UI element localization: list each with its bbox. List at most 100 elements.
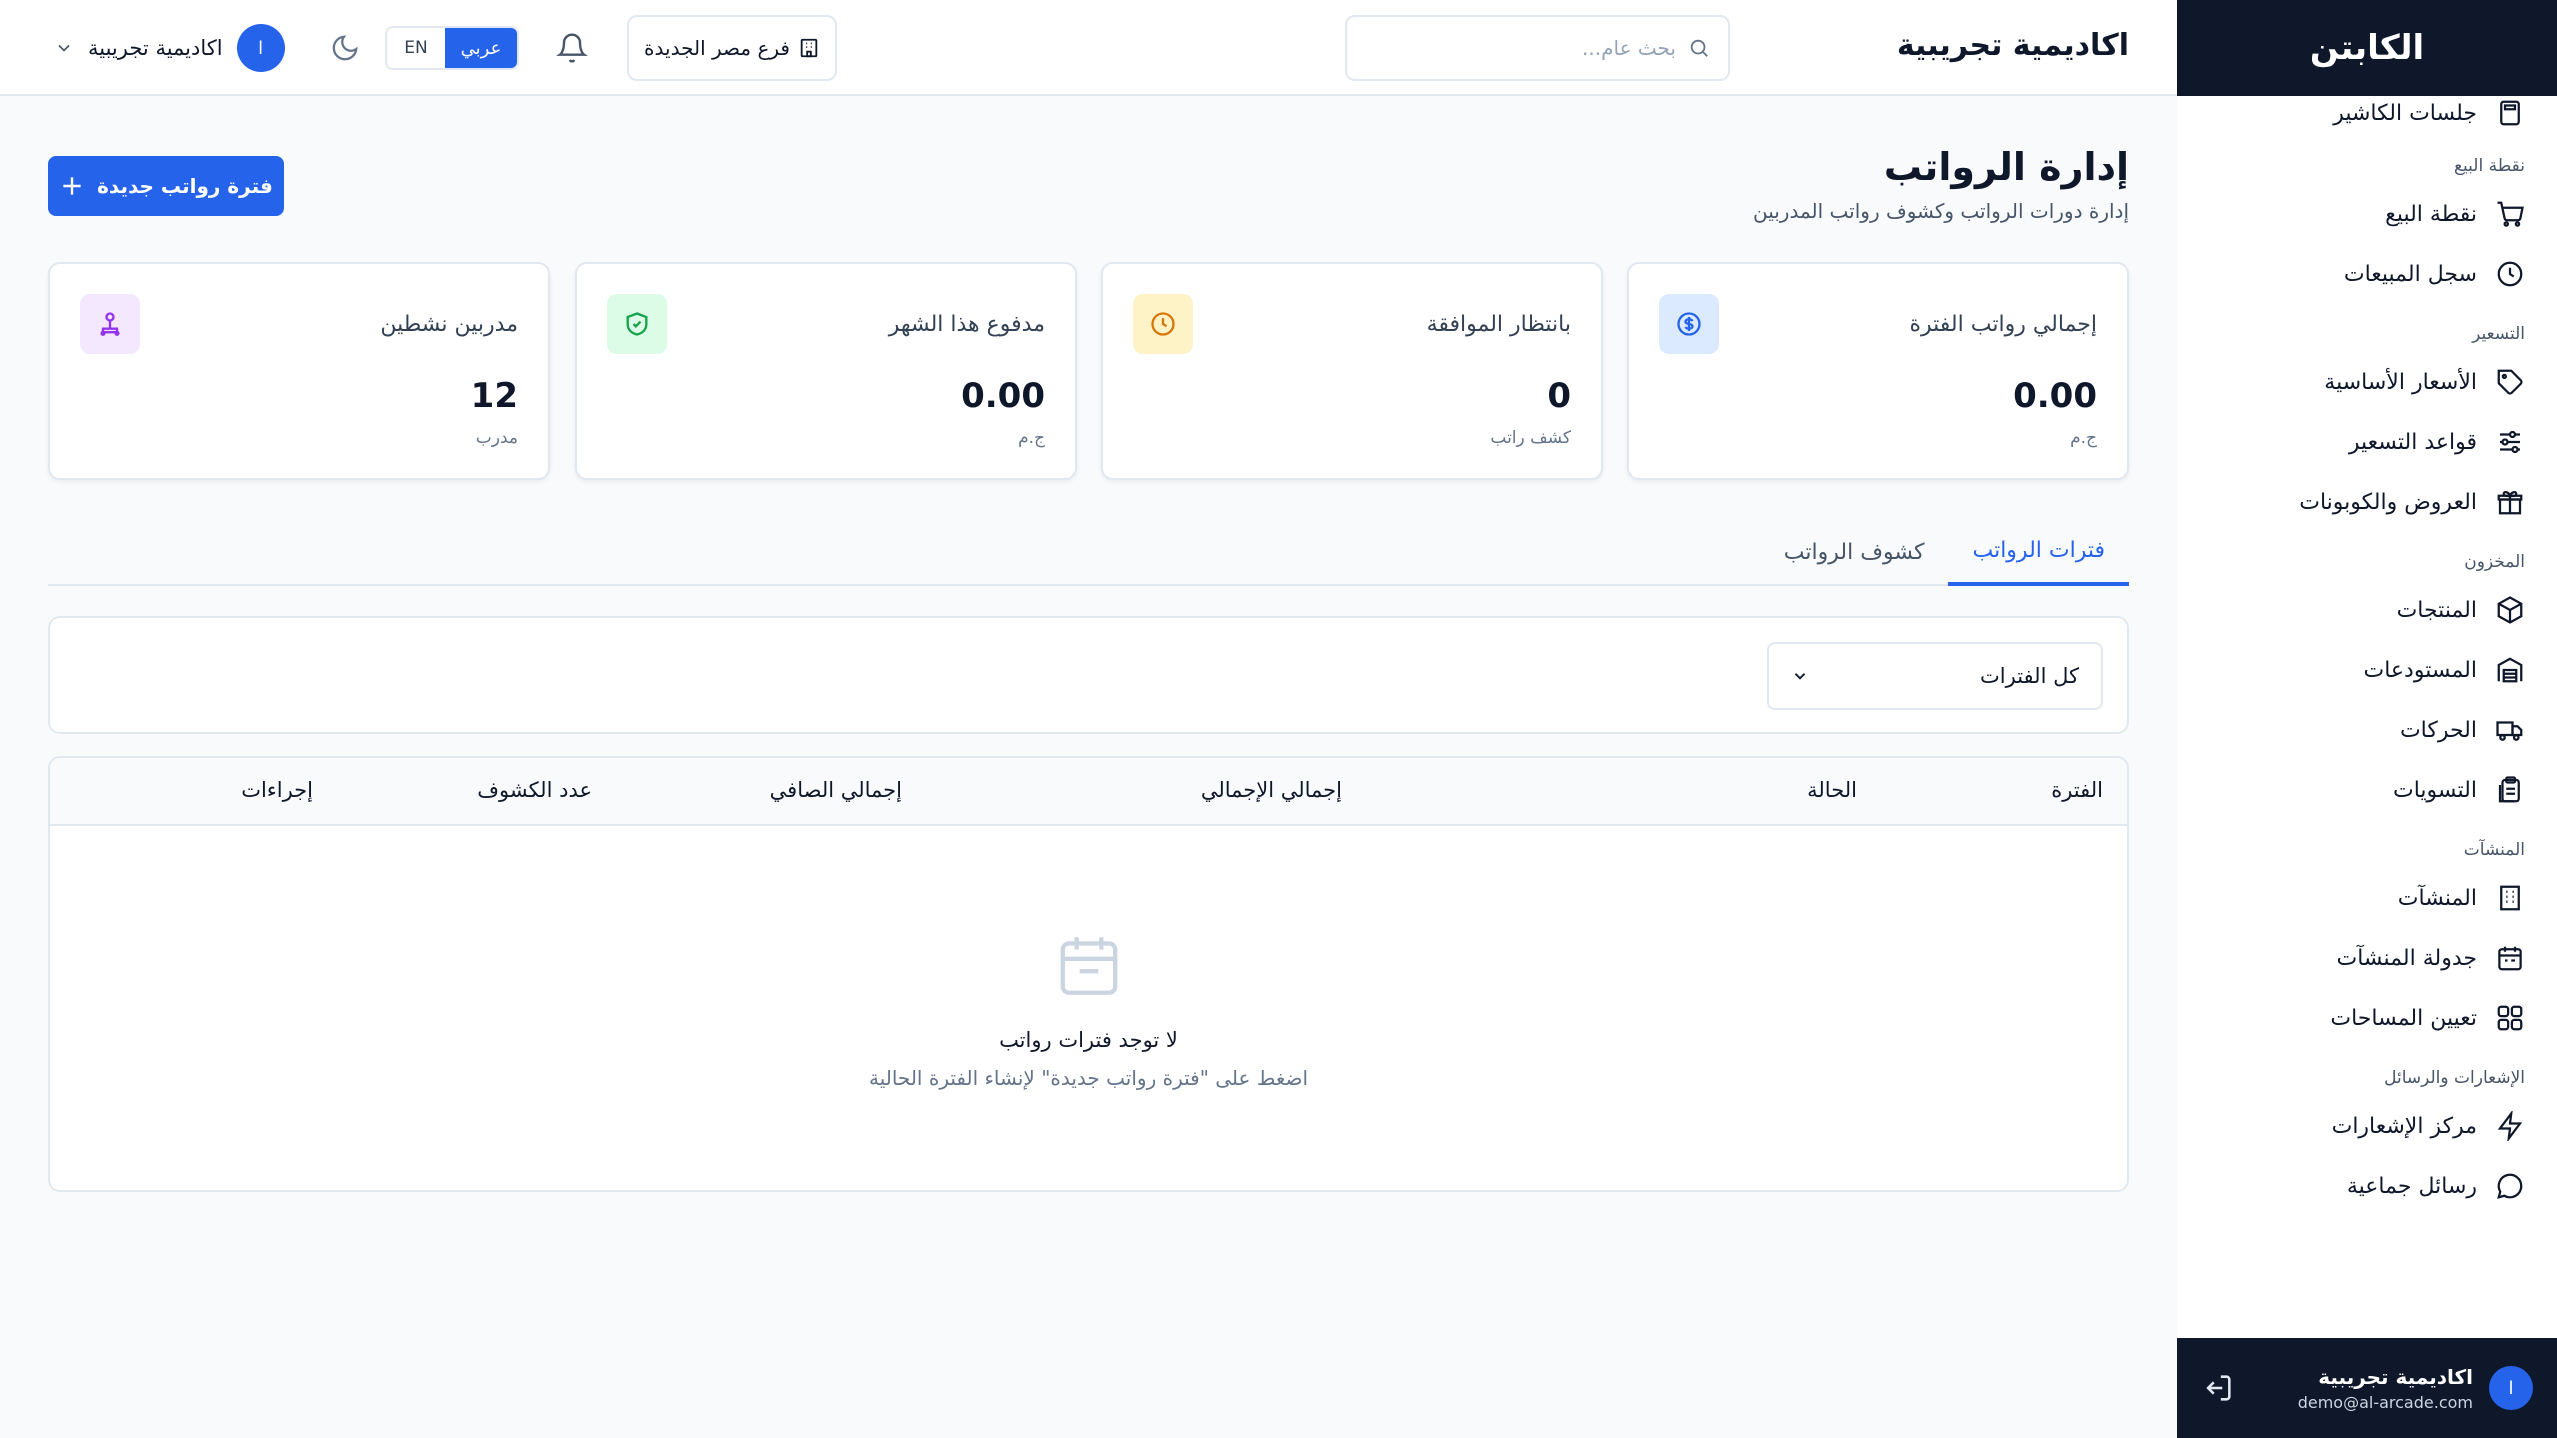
calendar-icon (1052, 928, 1126, 1002)
stat-card-paid-this-month: مدفوع هذا الشهر 0.00 ج.م (575, 262, 1077, 480)
column-header-status: الحالة (1807, 778, 1857, 802)
sidebar-item-facilities[interactable]: المنشآت (2209, 868, 2525, 928)
stat-unit: مدرب (475, 428, 518, 448)
sidebar-item-facility-scheduling[interactable]: جدولة المنشآت (2209, 928, 2525, 988)
period-filter-value: كل الفترات (1980, 664, 2079, 688)
sidebar-item-adjustments[interactable]: التسويات (2209, 760, 2525, 820)
calculator-icon (2495, 98, 2525, 128)
sidebar-item-bulk-messages[interactable]: رسائل جماعية (2209, 1156, 2525, 1216)
column-header-gross-total: إجمالي الإجمالي (1200, 778, 1342, 802)
sidebar-item-label: سجل المبيعات (2343, 261, 2477, 287)
building-icon (798, 37, 820, 59)
payroll-periods-table: الفترة الحالة إجمالي الإجمالي إجمالي الص… (48, 756, 2129, 1192)
sidebar-section-pos: نقطة البيع (2453, 156, 2525, 176)
brand-logo: الكابتن (2177, 0, 2557, 96)
sidebar-item-sales-log[interactable]: سجل المبيعات (2209, 244, 2525, 304)
user-menu[interactable]: ا اكاديمية تجريبية (54, 22, 285, 74)
footer-user-name: اكاديمية تجريبية (2318, 1364, 2473, 1389)
filter-card: كل الفترات (48, 616, 2129, 734)
stat-label: إجمالي رواتب الفترة (1909, 312, 2098, 337)
lang-ar-option[interactable]: عربي (445, 28, 517, 68)
sidebar-section-facilities: المنشآت (2463, 840, 2525, 860)
sidebar-item-label: رسائل جماعية (2346, 1173, 2477, 1199)
truck-icon (2495, 715, 2525, 745)
search-input[interactable] (1365, 36, 1676, 60)
sidebar-item-pricing-rules[interactable]: قواعد التسعير (2209, 412, 2525, 472)
stat-label: بانتظار الموافقة (1426, 312, 1571, 337)
grid-icon (2495, 1003, 2525, 1033)
page-header: إدارة الرواتب إدارة دورات الرواتب وكشوف … (1753, 145, 2129, 223)
stat-value: 0.00 (2013, 376, 2097, 416)
logout-icon (2201, 1371, 2235, 1405)
tab-payslips[interactable]: كشوف الرواتب (1760, 518, 1949, 586)
sidebar-section-inventory: المخزون (2464, 552, 2525, 572)
warehouse-icon (2495, 655, 2525, 685)
chevron-down-icon (54, 38, 74, 58)
sidebar-item-label: قواعد التسعير (2348, 429, 2477, 455)
sidebar-section-notifications: الإشعارات والرسائل (2384, 1068, 2525, 1088)
sidebar-item-movements[interactable]: الحركات (2209, 700, 2525, 760)
logout-button[interactable] (2201, 1371, 2235, 1405)
tab-payroll-periods[interactable]: فترات الرواتب (1948, 518, 2129, 586)
empty-state-description: اضغط على "فترة رواتب جديدة" لإنشاء الفتر… (868, 1066, 1309, 1090)
stat-label: مدفوع هذا الشهر (888, 312, 1045, 337)
footer-user-email: demo@al-arcade.com (2297, 1392, 2473, 1412)
sidebar-item-notification-center[interactable]: مركز الإشعارات (2209, 1096, 2525, 1156)
footer-user-info: اكاديمية تجريبية demo@al-arcade.com (2251, 1365, 2473, 1412)
sidebar-item-warehouses[interactable]: المستودعات (2209, 640, 2525, 700)
column-header-period: الفترة (2051, 778, 2103, 802)
stat-unit: ج.م (2070, 428, 2097, 448)
stat-label: مدربين نشطين (380, 312, 518, 337)
branch-selector-button[interactable]: فرع مصر الجديدة (627, 15, 837, 81)
notifications-button[interactable] (556, 32, 588, 64)
user-avatar: ا (236, 24, 285, 72)
clock-icon (2495, 259, 2525, 289)
moon-icon (330, 33, 360, 63)
sidebar-item-cashier-sessions[interactable]: جلسات الكاشير (2209, 96, 2525, 130)
stat-card-total-payroll: إجمالي رواتب الفترة 0.00 ج.م (1627, 262, 2129, 480)
calendar-icon (2495, 943, 2525, 973)
stat-card-pending-approval: بانتظار الموافقة 0 كشف راتب (1101, 262, 1603, 480)
sidebar-item-label: الأسعار الأساسية (2324, 369, 2477, 395)
avatar: ا (2489, 1366, 2533, 1410)
lang-en-option[interactable]: EN (387, 28, 445, 68)
sidebar-nav: جلسات الكاشير نقطة البيع نقطة البيع سجل … (2177, 96, 2557, 1338)
sidebar-item-label: نقطة البيع (2385, 201, 2477, 227)
sidebar-item-pos[interactable]: نقطة البيع (2209, 184, 2525, 244)
top-bar: اكاديمية تجريبية فرع مصر الجديدة EN عربي… (0, 0, 2177, 96)
new-payroll-period-button[interactable]: فترة رواتب جديدة (48, 156, 284, 216)
clipboard-icon (2495, 775, 2525, 805)
sidebar-item-label: المنتجات (2396, 597, 2477, 623)
table-header-row: الفترة الحالة إجمالي الإجمالي إجمالي الص… (50, 758, 2127, 826)
sidebar: الكابتن جلسات الكاشير نقطة البيع نقطة ال… (2177, 0, 2557, 1438)
sidebar-item-label: العروض والكوبونات (2299, 489, 2477, 515)
sidebar-item-offers-coupons[interactable]: العروض والكوبونات (2209, 472, 2525, 532)
column-header-payslip-count: عدد الكشوف (477, 778, 592, 802)
sidebar-item-label: مركز الإشعارات (2331, 1113, 2477, 1139)
language-toggle[interactable]: EN عربي (385, 26, 519, 70)
column-header-actions: إجراءات (241, 778, 313, 802)
sidebar-user-footer: ا اكاديمية تجريبية demo@al-arcade.com (2177, 1338, 2557, 1438)
sidebar-item-label: الحركات (2399, 717, 2477, 743)
sliders-icon (2495, 427, 2525, 457)
period-filter-select[interactable]: كل الفترات (1767, 642, 2103, 710)
plus-icon (59, 173, 85, 199)
stat-card-active-coaches: مدربين نشطين 12 مدرب (48, 262, 550, 480)
stat-value: 0 (1547, 376, 1571, 416)
global-search[interactable] (1345, 15, 1730, 81)
tabs: فترات الرواتب كشوف الرواتب (48, 518, 2129, 586)
sidebar-item-products[interactable]: المنتجات (2209, 580, 2525, 640)
bell-icon (556, 32, 588, 64)
column-header-net-total: إجمالي الصافي (769, 778, 902, 802)
page-subtitle: إدارة دورات الرواتب وكشوف رواتب المدربين (1752, 199, 2129, 223)
cart-icon (2495, 199, 2525, 229)
sidebar-item-space-assignment[interactable]: تعيين المساحات (2209, 988, 2525, 1048)
sidebar-item-base-prices[interactable]: الأسعار الأساسية (2209, 352, 2525, 412)
new-period-label: فترة رواتب جديدة (97, 174, 273, 198)
search-icon (1688, 37, 1710, 59)
empty-state-title: لا توجد فترات رواتب (999, 1028, 1178, 1052)
sidebar-item-label: تعيين المساحات (2330, 1005, 2477, 1031)
dark-mode-toggle[interactable] (330, 33, 360, 63)
clock-icon (1133, 294, 1193, 354)
academy-title: اكاديمية تجريبية (1896, 28, 2129, 63)
